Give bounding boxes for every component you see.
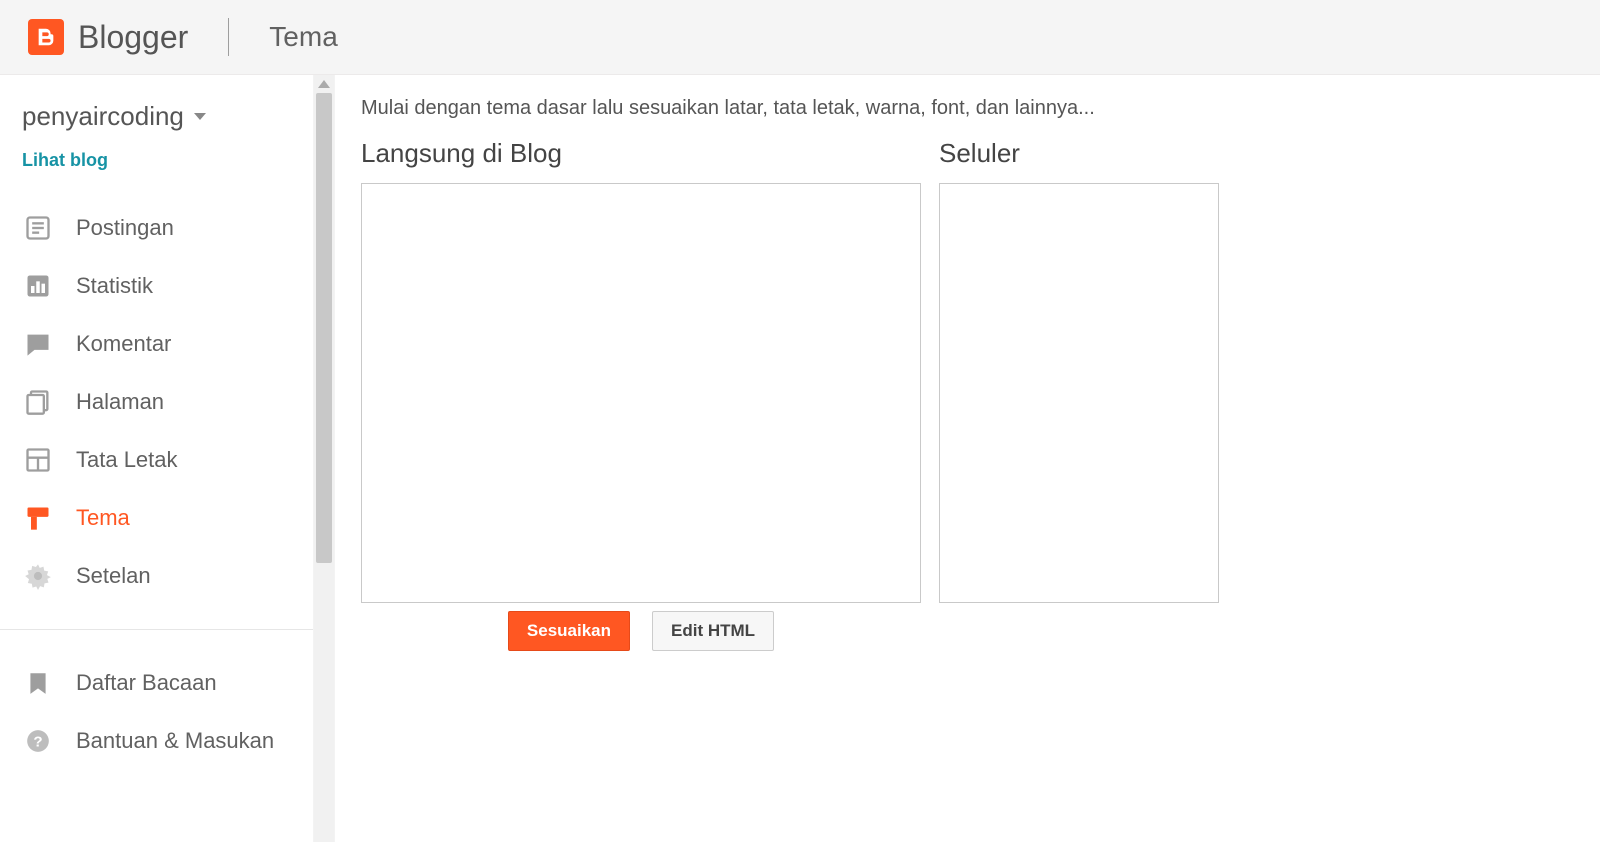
brand-name: Blogger (78, 19, 188, 56)
app-header: Blogger Tema (0, 0, 1600, 75)
nav-label: Halaman (76, 389, 164, 415)
primary-nav: Postingan Statistik Komentar Halaman (22, 199, 313, 770)
blog-preview-title: Langsung di Blog (361, 138, 921, 169)
caret-down-icon (194, 113, 206, 120)
layout-icon (22, 444, 54, 476)
previews-row: Langsung di Blog Sesuaikan Edit HTML Sel… (361, 138, 1570, 651)
sidebar: penyaircoding Lihat blog Postingan Stati… (0, 75, 313, 842)
nav-setelan[interactable]: Setelan (22, 547, 313, 605)
nav-tata-letak[interactable]: Tata Letak (22, 431, 313, 489)
posts-icon (22, 212, 54, 244)
header-divider (228, 18, 229, 56)
nav-label: Tema (76, 505, 130, 531)
nav-label: Statistik (76, 273, 153, 299)
mobile-preview-column: Seluler (939, 138, 1219, 651)
scrollbar-thumb[interactable] (316, 93, 332, 563)
preview-actions: Sesuaikan Edit HTML (361, 611, 921, 651)
edit-html-button[interactable]: Edit HTML (652, 611, 774, 651)
nav-bantuan[interactable]: ? Bantuan & Masukan (22, 712, 313, 770)
blogger-b-icon (35, 26, 57, 48)
nav-label: Bantuan & Masukan (76, 728, 274, 754)
nav-separator (0, 629, 335, 630)
main-content: Mulai dengan tema dasar lalu sesuaikan l… (335, 75, 1600, 842)
mobile-preview-title: Seluler (939, 138, 1219, 169)
page-title: Tema (269, 21, 337, 53)
comments-icon (22, 328, 54, 360)
reading-list-icon (22, 667, 54, 699)
intro-text: Mulai dengan tema dasar lalu sesuaikan l… (361, 97, 1570, 120)
nav-tema[interactable]: Tema (22, 489, 313, 547)
nav-komentar[interactable]: Komentar (22, 315, 313, 373)
nav-label: Daftar Bacaan (76, 670, 217, 696)
settings-icon (22, 560, 54, 592)
help-icon: ? (22, 725, 54, 757)
stats-icon (22, 270, 54, 302)
theme-icon (22, 502, 54, 534)
blog-preview-box[interactable] (361, 183, 921, 603)
pages-icon (22, 386, 54, 418)
blog-preview-column: Langsung di Blog Sesuaikan Edit HTML (361, 138, 921, 651)
nav-statistik[interactable]: Statistik (22, 257, 313, 315)
nav-postingan[interactable]: Postingan (22, 199, 313, 257)
nav-label: Komentar (76, 331, 171, 357)
blogger-logo (28, 19, 64, 55)
blog-selector[interactable]: penyaircoding (22, 95, 313, 142)
mobile-preview-box[interactable] (939, 183, 1219, 603)
customize-button[interactable]: Sesuaikan (508, 611, 630, 651)
scrollbar[interactable] (313, 75, 335, 842)
blog-name: penyaircoding (22, 101, 184, 132)
nav-halaman[interactable]: Halaman (22, 373, 313, 431)
nav-label: Setelan (76, 563, 151, 589)
svg-text:?: ? (33, 733, 42, 750)
nav-label: Postingan (76, 215, 174, 241)
nav-label: Tata Letak (76, 447, 178, 473)
view-blog-link[interactable]: Lihat blog (22, 150, 108, 171)
nav-daftar-bacaan[interactable]: Daftar Bacaan (22, 654, 313, 712)
